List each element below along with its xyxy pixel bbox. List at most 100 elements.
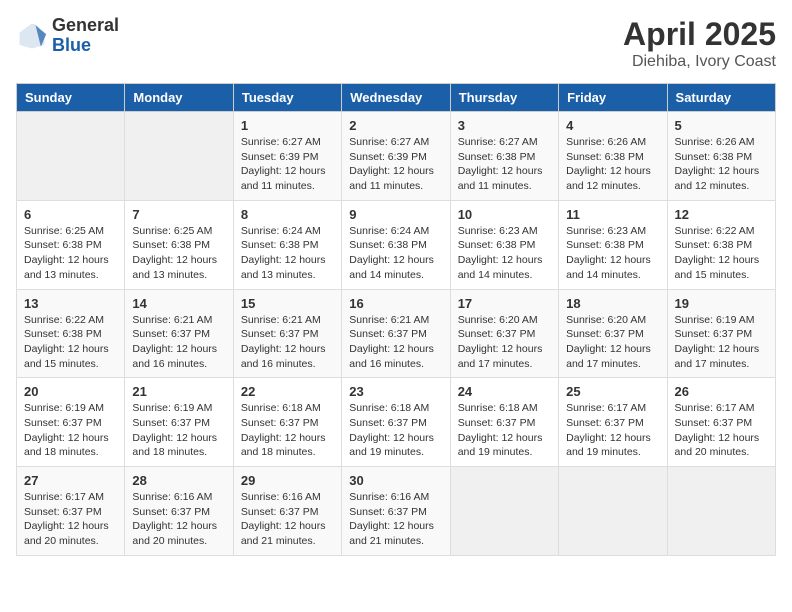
calendar-week-row: 1 Sunrise: 6:27 AM Sunset: 6:39 PM Daylig… <box>17 112 776 201</box>
day-number: 26 <box>675 384 768 399</box>
calendar-cell: 12Sunrise: 6:22 AM Sunset: 6:38 PM Dayli… <box>667 200 775 289</box>
day-info: Sunrise: 6:16 AM Sunset: 6:37 PM Dayligh… <box>132 490 225 549</box>
day-info: Sunrise: 6:25 AM Sunset: 6:38 PM Dayligh… <box>24 224 117 283</box>
header: General Blue April 2025 Diehiba, Ivory C… <box>16 16 776 71</box>
calendar-cell: 15 Sunrise: 6:21 AM Sunset: 6:37 PM Dayli… <box>233 289 341 378</box>
calendar-cell <box>125 112 233 201</box>
calendar-title: April 2025 <box>623 16 776 53</box>
logo-general: General <box>52 16 119 36</box>
day-number: 29 <box>241 473 334 488</box>
day-info: Sunrise: 6:25 AM Sunset: 6:38 PM Dayligh… <box>132 224 225 283</box>
day-number: 15 <box>241 296 334 311</box>
calendar-cell: 18 Sunrise: 6:20 AM Sunset: 6:37 PM Dayli… <box>559 289 667 378</box>
calendar-cell <box>667 467 775 556</box>
day-number: 3 <box>458 118 551 133</box>
calendar-cell: 29 Sunrise: 6:16 AM Sunset: 6:37 PM Dayli… <box>233 467 341 556</box>
weekday-header: Wednesday <box>342 84 450 112</box>
calendar-cell: 10 Sunrise: 6:23 AM Sunset: 6:38 PM Dayli… <box>450 200 558 289</box>
calendar-cell: 13Sunrise: 6:22 AM Sunset: 6:38 PM Dayli… <box>17 289 125 378</box>
calendar-cell: 17 Sunrise: 6:20 AM Sunset: 6:37 PM Dayli… <box>450 289 558 378</box>
day-number: 21 <box>132 384 225 399</box>
calendar-cell: 30 Sunrise: 6:16 AM Sunset: 6:37 PM Dayli… <box>342 467 450 556</box>
calendar-cell: 9 Sunrise: 6:24 AM Sunset: 6:38 PM Daylig… <box>342 200 450 289</box>
day-number: 24 <box>458 384 551 399</box>
calendar-cell: 16 Sunrise: 6:21 AM Sunset: 6:37 PM Dayli… <box>342 289 450 378</box>
day-number: 10 <box>458 207 551 222</box>
day-info: Sunrise: 6:23 AM Sunset: 6:38 PM Dayligh… <box>458 224 551 283</box>
day-number: 19 <box>675 296 768 311</box>
day-info: Sunrise: 6:26 AM Sunset: 6:38 PM Dayligh… <box>566 135 659 194</box>
calendar-cell: 22Sunrise: 6:18 AM Sunset: 6:37 PM Dayli… <box>233 378 341 467</box>
weekday-header: Sunday <box>17 84 125 112</box>
title-area: April 2025 Diehiba, Ivory Coast <box>623 16 776 71</box>
calendar-cell: 4 Sunrise: 6:26 AM Sunset: 6:38 PM Daylig… <box>559 112 667 201</box>
day-info: Sunrise: 6:17 AM Sunset: 6:37 PM Dayligh… <box>675 401 768 460</box>
calendar-subtitle: Diehiba, Ivory Coast <box>623 53 776 71</box>
calendar-table: SundayMondayTuesdayWednesdayThursdayFrid… <box>16 83 776 556</box>
day-number: 13 <box>24 296 117 311</box>
day-number: 14 <box>132 296 225 311</box>
logo-blue: Blue <box>52 36 119 56</box>
day-info: Sunrise: 6:19 AM Sunset: 6:37 PM Dayligh… <box>132 401 225 460</box>
day-info: Sunrise: 6:26 AM Sunset: 6:38 PM Dayligh… <box>675 135 768 194</box>
calendar-cell: 7Sunrise: 6:25 AM Sunset: 6:38 PM Daylig… <box>125 200 233 289</box>
day-number: 5 <box>675 118 768 133</box>
weekday-header: Tuesday <box>233 84 341 112</box>
calendar-cell <box>17 112 125 201</box>
calendar-cell <box>559 467 667 556</box>
calendar-week-row: 27 Sunrise: 6:17 AM Sunset: 6:37 PM Dayli… <box>17 467 776 556</box>
day-info: Sunrise: 6:18 AM Sunset: 6:37 PM Dayligh… <box>349 401 442 460</box>
day-info: Sunrise: 6:21 AM Sunset: 6:37 PM Dayligh… <box>132 313 225 372</box>
day-info: Sunrise: 6:20 AM Sunset: 6:37 PM Dayligh… <box>566 313 659 372</box>
day-number: 16 <box>349 296 442 311</box>
weekday-header-row: SundayMondayTuesdayWednesdayThursdayFrid… <box>17 84 776 112</box>
day-number: 18 <box>566 296 659 311</box>
day-number: 25 <box>566 384 659 399</box>
calendar-week-row: 20 Sunrise: 6:19 AM Sunset: 6:37 PM Dayli… <box>17 378 776 467</box>
calendar-cell: 25Sunrise: 6:17 AM Sunset: 6:37 PM Dayli… <box>559 378 667 467</box>
weekday-header: Monday <box>125 84 233 112</box>
calendar-cell: 3 Sunrise: 6:27 AM Sunset: 6:38 PM Daylig… <box>450 112 558 201</box>
calendar-cell: 19 Sunrise: 6:19 AM Sunset: 6:37 PM Dayli… <box>667 289 775 378</box>
calendar-cell: 26 Sunrise: 6:17 AM Sunset: 6:37 PM Dayli… <box>667 378 775 467</box>
day-number: 1 <box>241 118 334 133</box>
day-info: Sunrise: 6:19 AM Sunset: 6:37 PM Dayligh… <box>675 313 768 372</box>
calendar-cell: 24 Sunrise: 6:18 AM Sunset: 6:37 PM Dayli… <box>450 378 558 467</box>
day-number: 2 <box>349 118 442 133</box>
day-info: Sunrise: 6:16 AM Sunset: 6:37 PM Dayligh… <box>241 490 334 549</box>
calendar-cell: 1Sunrise: 6:27 AM Sunset: 6:39 PM Daylig… <box>233 112 341 201</box>
day-info: Sunrise: 6:18 AM Sunset: 6:37 PM Dayligh… <box>458 401 551 460</box>
day-number: 4 <box>566 118 659 133</box>
day-info: Sunrise: 6:27 AM Sunset: 6:39 PM Dayligh… <box>349 135 442 194</box>
day-info: Sunrise: 6:17 AM Sunset: 6:37 PM Dayligh… <box>24 490 117 549</box>
calendar-cell: 6Sunrise: 6:25 AM Sunset: 6:38 PM Daylig… <box>17 200 125 289</box>
day-info: Sunrise: 6:16 AM Sunset: 6:37 PM Dayligh… <box>349 490 442 549</box>
day-info: Sunrise: 6:24 AM Sunset: 6:38 PM Dayligh… <box>349 224 442 283</box>
logo-text: General Blue <box>52 16 119 56</box>
logo-icon <box>16 20 48 52</box>
calendar-week-row: 13Sunrise: 6:22 AM Sunset: 6:38 PM Dayli… <box>17 289 776 378</box>
day-info: Sunrise: 6:27 AM Sunset: 6:38 PM Dayligh… <box>458 135 551 194</box>
calendar-cell: 28 Sunrise: 6:16 AM Sunset: 6:37 PM Dayli… <box>125 467 233 556</box>
day-number: 9 <box>349 207 442 222</box>
day-number: 17 <box>458 296 551 311</box>
calendar-cell: 21 Sunrise: 6:19 AM Sunset: 6:37 PM Dayli… <box>125 378 233 467</box>
day-info: Sunrise: 6:21 AM Sunset: 6:37 PM Dayligh… <box>241 313 334 372</box>
day-number: 27 <box>24 473 117 488</box>
calendar-cell: 14 Sunrise: 6:21 AM Sunset: 6:37 PM Dayli… <box>125 289 233 378</box>
day-number: 20 <box>24 384 117 399</box>
weekday-header: Thursday <box>450 84 558 112</box>
calendar-cell: 23 Sunrise: 6:18 AM Sunset: 6:37 PM Dayli… <box>342 378 450 467</box>
day-info: Sunrise: 6:22 AM Sunset: 6:38 PM Dayligh… <box>675 224 768 283</box>
day-number: 11 <box>566 207 659 222</box>
calendar-cell: 2 Sunrise: 6:27 AM Sunset: 6:39 PM Daylig… <box>342 112 450 201</box>
day-info: Sunrise: 6:24 AM Sunset: 6:38 PM Dayligh… <box>241 224 334 283</box>
day-info: Sunrise: 6:19 AM Sunset: 6:37 PM Dayligh… <box>24 401 117 460</box>
day-info: Sunrise: 6:20 AM Sunset: 6:37 PM Dayligh… <box>458 313 551 372</box>
day-info: Sunrise: 6:21 AM Sunset: 6:37 PM Dayligh… <box>349 313 442 372</box>
calendar-cell: 27 Sunrise: 6:17 AM Sunset: 6:37 PM Dayli… <box>17 467 125 556</box>
day-number: 23 <box>349 384 442 399</box>
day-number: 28 <box>132 473 225 488</box>
day-number: 30 <box>349 473 442 488</box>
weekday-header: Saturday <box>667 84 775 112</box>
